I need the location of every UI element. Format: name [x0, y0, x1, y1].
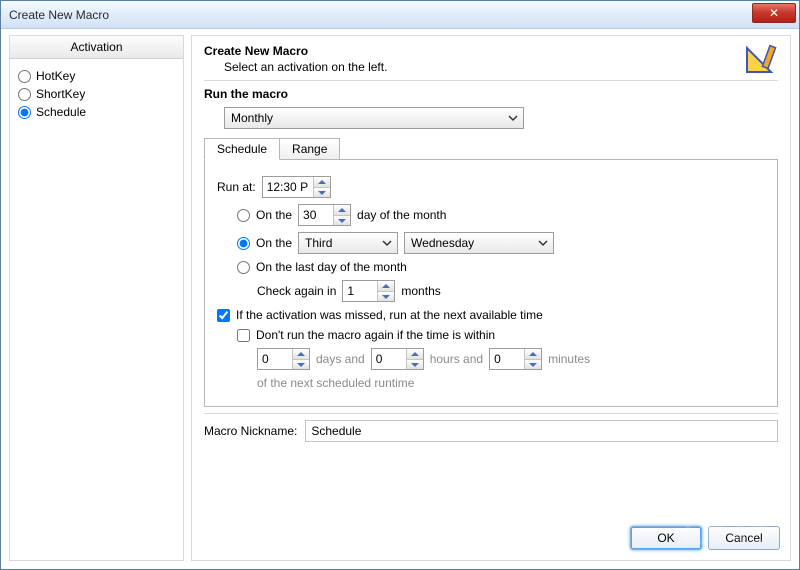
day-number-spinner[interactable] [298, 204, 351, 226]
label: days and [316, 352, 365, 366]
spinner-down-icon[interactable] [334, 215, 350, 225]
chevron-down-icon [537, 237, 549, 252]
radio-shortkey[interactable] [18, 88, 31, 101]
days-spinner[interactable] [257, 348, 310, 370]
run-at-time-spinner[interactable] [262, 176, 331, 198]
option-day-number[interactable]: On the day of the month [237, 204, 765, 226]
radio-day-number[interactable] [237, 209, 250, 222]
window-title: Create New Macro [9, 8, 109, 22]
sidebar: Activation HotKey ShortKey Schedule [9, 35, 184, 561]
schedule-tabs: Schedule Range Run at: [204, 137, 778, 407]
checkbox-dont-run[interactable] [237, 329, 250, 342]
run-at-label: Run at: [217, 180, 256, 194]
label: hours and [430, 352, 483, 366]
minutes-spinner[interactable] [489, 348, 542, 370]
spinner-down-icon[interactable] [525, 359, 541, 369]
days-input[interactable] [258, 349, 292, 369]
spinner-down-icon[interactable] [378, 291, 394, 301]
spinner-up-icon[interactable] [525, 349, 541, 359]
tab-schedule[interactable]: Schedule [204, 138, 280, 160]
ordinal-dropdown[interactable]: Third [298, 232, 398, 254]
weekday-value: Wednesday [411, 236, 474, 250]
frequency-dropdown[interactable]: Monthly [224, 107, 524, 129]
chevron-down-icon [507, 112, 519, 127]
spinner-up-icon[interactable] [293, 349, 309, 359]
run-at-time-input[interactable] [263, 177, 313, 197]
radio-hotkey[interactable] [18, 70, 31, 83]
close-icon: ✕ [769, 6, 779, 20]
label: If the activation was missed, run at the… [236, 308, 543, 322]
cancel-button[interactable]: Cancel [708, 526, 780, 550]
activation-radio-group: HotKey ShortKey Schedule [10, 59, 183, 129]
sidebar-item-schedule[interactable]: Schedule [18, 105, 175, 119]
divider [204, 80, 778, 81]
label: On the last day of the month [256, 260, 407, 274]
chevron-down-icon [381, 237, 393, 252]
run-macro-label: Run the macro [204, 87, 778, 101]
dont-run-values: days and hours and minutes [257, 348, 765, 370]
sidebar-item-label: ShortKey [36, 87, 85, 101]
spinner-down-icon[interactable] [407, 359, 423, 369]
page-subtitle: Select an activation on the left. [224, 60, 778, 74]
window: Create New Macro ✕ Activation HotKey Sho… [0, 0, 800, 570]
option-last-day[interactable]: On the last day of the month [237, 260, 765, 274]
spinner-down-icon[interactable] [314, 187, 330, 197]
check-again-spinner[interactable] [342, 280, 395, 302]
nickname-input[interactable] [305, 420, 778, 442]
frequency-value: Monthly [231, 111, 273, 125]
label: Don't run the macro again if the time is… [256, 328, 495, 342]
label: months [401, 284, 440, 298]
sidebar-item-label: HotKey [36, 69, 75, 83]
day-number-input[interactable] [299, 205, 333, 225]
sidebar-item-shortkey[interactable]: ShortKey [18, 87, 175, 101]
titlebar: Create New Macro ✕ [1, 1, 799, 29]
page-title: Create New Macro [204, 44, 778, 58]
minutes-input[interactable] [490, 349, 524, 369]
ordinal-value: Third [305, 236, 332, 250]
divider [204, 413, 778, 414]
sidebar-item-label: Schedule [36, 105, 86, 119]
spinner-up-icon[interactable] [314, 177, 330, 187]
close-button[interactable]: ✕ [752, 3, 796, 23]
check-again-input[interactable] [343, 281, 377, 301]
radio-last-day[interactable] [237, 261, 250, 274]
label: On the [256, 208, 292, 222]
spinner-up-icon[interactable] [334, 205, 350, 215]
label: minutes [548, 352, 590, 366]
label: day of the month [357, 208, 446, 222]
ok-button[interactable]: OK [630, 526, 702, 550]
hours-input[interactable] [372, 349, 406, 369]
nickname-label: Macro Nickname: [204, 424, 297, 438]
ruler-pencil-icon [744, 42, 780, 78]
label: On the [256, 236, 292, 250]
missed-activation-row[interactable]: If the activation was missed, run at the… [217, 308, 765, 322]
checkbox-missed[interactable] [217, 309, 230, 322]
dont-run-foot: of the next scheduled runtime [257, 376, 765, 390]
dialog-body: Activation HotKey ShortKey Schedule [1, 29, 799, 569]
sidebar-header: Activation [10, 36, 183, 59]
option-day-name[interactable]: On the Third Wednesday [237, 232, 765, 254]
spinner-up-icon[interactable] [378, 281, 394, 291]
dont-run-row[interactable]: Don't run the macro again if the time is… [237, 328, 765, 342]
tab-range[interactable]: Range [279, 138, 340, 160]
tab-body-schedule: Run at: On the [204, 159, 778, 407]
sidebar-item-hotkey[interactable]: HotKey [18, 69, 175, 83]
check-again-label: Check again in [257, 284, 336, 298]
hours-spinner[interactable] [371, 348, 424, 370]
spinner-up-icon[interactable] [407, 349, 423, 359]
spinner-down-icon[interactable] [293, 359, 309, 369]
radio-day-name[interactable] [237, 237, 250, 250]
main-panel: Create New Macro Select an activation on… [191, 35, 791, 561]
radio-schedule[interactable] [18, 106, 31, 119]
weekday-dropdown[interactable]: Wednesday [404, 232, 554, 254]
